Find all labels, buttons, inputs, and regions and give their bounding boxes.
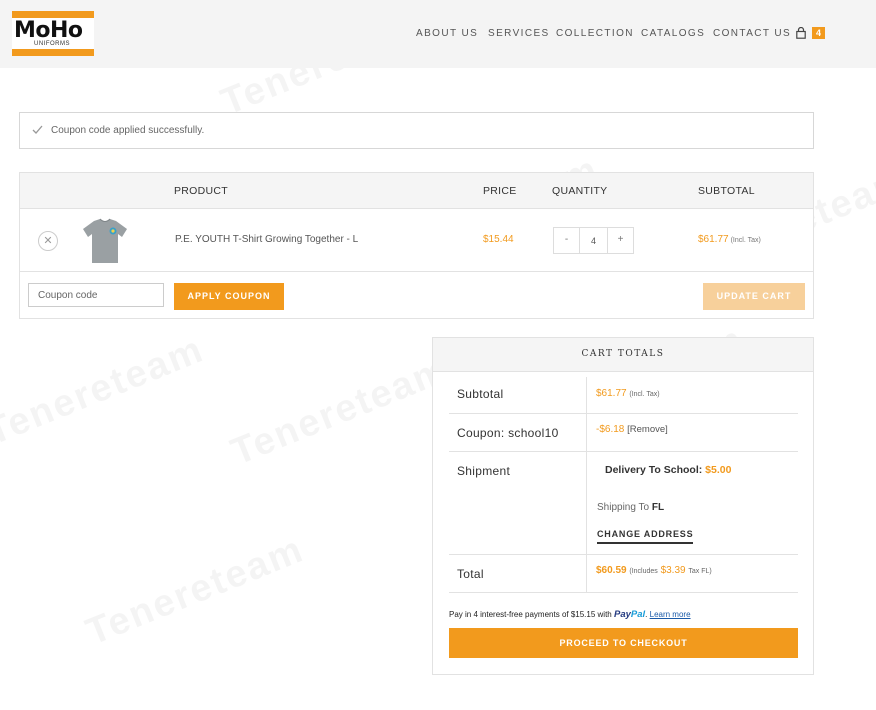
- nav-collection[interactable]: COLLECTION: [556, 28, 634, 39]
- quantity-increase-button[interactable]: +: [607, 228, 633, 253]
- paypal-text: Pay in 4 interest-free payments of $15.1…: [449, 610, 612, 619]
- coupon-value: -$6.18 [Remove]: [596, 424, 668, 435]
- total-label: Total: [457, 567, 484, 581]
- notice-message: Coupon code applied successfully.: [51, 125, 205, 136]
- product-name-link[interactable]: P.E. YOUTH T-Shirt Growing Together - L: [175, 234, 358, 245]
- shopping-bag-icon[interactable]: [796, 27, 806, 39]
- column-header-product: PRODUCT: [174, 185, 229, 197]
- shipping-to-prefix: Shipping To: [597, 502, 650, 513]
- logo-bar: [12, 49, 94, 56]
- totals-row-total: Total $60.59 (Includes $3.39 Tax FL): [449, 555, 798, 593]
- nav-catalogs[interactable]: CATALOGS: [641, 28, 705, 39]
- column-divider: [586, 414, 587, 451]
- paypal-logo-pal: Pal: [630, 609, 646, 620]
- cart-table: PRODUCT PRICE QUANTITY SUBTOTAL ✕ P.E. Y…: [19, 172, 814, 319]
- column-header-subtotal: SUBTOTAL: [698, 185, 755, 197]
- column-divider: [586, 555, 587, 592]
- main-nav: ABOUT US SERVICES COLLECTION CATALOGS CO…: [0, 28, 876, 42]
- logo-bar: [12, 11, 94, 18]
- nav-contact-us[interactable]: CONTACT US: [713, 28, 791, 39]
- column-header-price: PRICE: [483, 185, 517, 197]
- subtotal-amount: $61.77: [596, 388, 627, 399]
- quantity-stepper: - +: [553, 227, 634, 254]
- remove-coupon-link[interactable]: [Remove]: [627, 424, 668, 435]
- cart-actions: APPLY COUPON UPDATE CART: [20, 273, 813, 319]
- watermark: Tenereteam: [225, 348, 455, 474]
- cart-totals-panel: CART TOTALS Subtotal $61.77 (Incl. Tax) …: [432, 337, 814, 675]
- subtotal-value: $61.77 (Incl. Tax): [596, 388, 660, 399]
- paypal-learn-more-link[interactable]: Learn more: [650, 610, 691, 619]
- shipping-method: Delivery To School: $5.00: [605, 464, 731, 476]
- checkmark-icon: [32, 125, 43, 134]
- paypal-logo-pay: Pay: [614, 609, 631, 620]
- column-divider: [586, 452, 587, 554]
- nav-about-us[interactable]: ABOUT US: [416, 28, 478, 39]
- shipment-label: Shipment: [457, 464, 511, 478]
- shipping-method-name: Delivery To School:: [605, 464, 703, 476]
- total-tax-suffix: Tax FL): [688, 568, 712, 575]
- item-subtotal: $61.77 (Incl. Tax): [698, 234, 761, 245]
- total-value: $60.59 (Includes $3.39 Tax FL): [596, 565, 712, 576]
- apply-coupon-button[interactable]: APPLY COUPON: [174, 283, 284, 310]
- paypal-logo: PayPal: [614, 609, 645, 620]
- total-tax-amount: $3.39: [660, 565, 686, 576]
- proceed-to-checkout-button[interactable]: PROCEED TO CHECKOUT: [449, 628, 798, 658]
- update-cart-button[interactable]: UPDATE CART: [703, 283, 805, 310]
- total-tax-prefix: (Includes: [629, 568, 658, 575]
- product-price: $15.44: [483, 234, 514, 245]
- totals-row-subtotal: Subtotal $61.77 (Incl. Tax): [449, 377, 798, 414]
- coupon-discount: -$6.18: [596, 424, 625, 435]
- shipping-state: FL: [651, 502, 665, 513]
- quantity-input[interactable]: [580, 228, 607, 253]
- column-header-quantity: QUANTITY: [552, 185, 608, 197]
- item-subtotal-value: $61.77: [698, 234, 729, 245]
- nav-services[interactable]: SERVICES: [488, 28, 550, 39]
- site-header: MoHo UNIFORMS ABOUT US SERVICES COLLECTI…: [0, 0, 876, 68]
- coupon-label: Coupon: school10: [457, 426, 559, 440]
- cart-item-row: ✕ P.E. YOUTH T-Shirt Growing Together - …: [20, 209, 813, 272]
- totals-row-coupon: Coupon: school10 -$6.18 [Remove]: [449, 414, 798, 452]
- change-address-link[interactable]: CHANGE ADDRESS: [597, 529, 694, 544]
- totals-row-shipment: Shipment Delivery To School: $5.00 Shipp…: [449, 452, 798, 555]
- coupon-success-notice: Coupon code applied successfully.: [19, 112, 814, 149]
- product-thumbnail[interactable]: [80, 217, 130, 265]
- paypal-installments-message: Pay in 4 interest-free payments of $15.1…: [449, 609, 691, 620]
- cart-table-header: PRODUCT PRICE QUANTITY SUBTOTAL: [20, 173, 813, 209]
- item-subtotal-tax-note: (Incl. Tax): [730, 237, 761, 244]
- watermark: Tenereteam: [0, 328, 210, 454]
- column-divider: [586, 377, 587, 413]
- quantity-decrease-button[interactable]: -: [554, 228, 580, 253]
- watermark: Tenereteam: [80, 528, 310, 654]
- cart-totals-title: CART TOTALS: [433, 338, 813, 372]
- subtotal-label: Subtotal: [457, 387, 504, 401]
- shipping-cost: $5.00: [705, 464, 732, 476]
- remove-item-button[interactable]: ✕: [38, 231, 58, 251]
- shipping-destination: Shipping To FL: [597, 502, 664, 513]
- coupon-code-input[interactable]: [28, 283, 164, 307]
- cart-count-badge[interactable]: 4: [812, 27, 825, 39]
- subtotal-tax-note: (Incl. Tax): [629, 391, 660, 398]
- total-amount: $60.59: [596, 565, 627, 576]
